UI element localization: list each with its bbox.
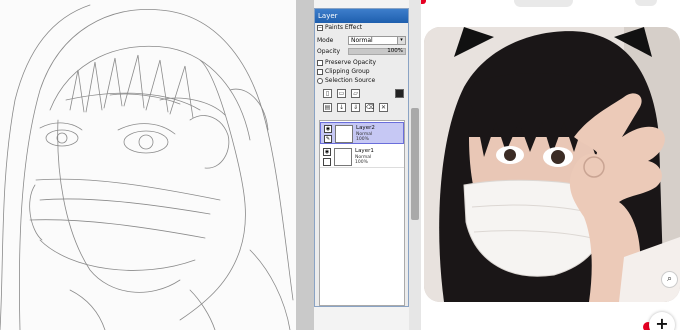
merge-down-icon[interactable]: ⇓ — [351, 103, 360, 112]
transfer-down-icon[interactable]: ↓ — [337, 103, 346, 112]
visual-search-button[interactable]: ⌕ — [661, 271, 678, 288]
layer-row[interactable]: ◉ ✎ Layer2 Normal 100% — [320, 122, 404, 144]
mode-value: Normal — [351, 37, 373, 44]
layer-thumbnail — [334, 148, 352, 166]
reference-photo[interactable] — [424, 27, 680, 302]
fill-icon[interactable]: ▤ — [323, 103, 332, 112]
eye-icon[interactable]: ◉ — [324, 125, 332, 133]
mode-dropdown[interactable]: Normal ▾ — [348, 36, 406, 45]
eye-icon[interactable]: ◉ — [323, 148, 331, 156]
canvas-gutter — [296, 0, 314, 330]
drawing-canvas[interactable] — [0, 0, 296, 330]
mode-label: Mode — [317, 37, 334, 44]
top-pill-button[interactable] — [514, 0, 573, 7]
selection-source-option[interactable]: Selection Source — [317, 77, 375, 84]
pen-icon[interactable] — [323, 158, 331, 166]
clipping-group-checkbox[interactable] — [317, 68, 323, 75]
layer-row[interactable]: ◉ Layer1 Normal 100% — [320, 146, 404, 168]
browser-pane: ⌕ + — [421, 0, 680, 330]
pen-icon[interactable]: ✎ — [324, 135, 332, 143]
layer-opacity: 100% — [356, 137, 369, 142]
clipping-group-option[interactable]: Clipping Group — [317, 68, 370, 75]
new-layer-icon[interactable]: ▯ — [323, 89, 332, 98]
layer-name: Layer1 — [355, 148, 374, 154]
clipping-group-label: Clipping Group — [325, 68, 370, 75]
opacity-label: Opacity — [317, 48, 341, 55]
selection-source-radio[interactable] — [317, 77, 323, 84]
layer-list: ◉ ✎ Layer2 Normal 100% ◉ Layer1 Normal 1… — [319, 120, 405, 306]
collapse-icon: − — [317, 24, 323, 31]
mask-icon[interactable] — [395, 89, 404, 98]
scrollbar-thumb[interactable] — [411, 108, 419, 220]
delete-icon[interactable]: ✕ — [379, 103, 388, 112]
layer-opacity: 100% — [355, 160, 368, 165]
preserve-opacity-label: Preserve Opacity — [325, 59, 377, 66]
open-folder-icon[interactable]: ▱ — [351, 89, 360, 98]
preserve-opacity-option[interactable]: Preserve Opacity — [317, 59, 376, 66]
opacity-value: 100% — [387, 48, 403, 54]
sketch-drawing — [0, 4, 294, 330]
opacity-slider[interactable]: 100% — [348, 48, 406, 55]
layer-name: Layer2 — [356, 125, 375, 131]
top-menu-button[interactable] — [635, 0, 657, 6]
layer-panel: Layer − Paints Effect Mode Normal ▾ Opac… — [314, 8, 409, 307]
clear-icon[interactable]: ⌫ — [365, 103, 374, 112]
preserve-opacity-checkbox[interactable] — [317, 59, 323, 66]
paints-effect-toggle[interactable]: − Paints Effect — [317, 24, 362, 31]
pinterest-logo-icon — [421, 0, 426, 4]
add-button[interactable]: + — [649, 312, 675, 330]
layer-thumbnail — [335, 125, 353, 143]
selection-source-label: Selection Source — [325, 77, 376, 84]
new-folder-icon[interactable]: ▭ — [337, 89, 346, 98]
chevron-down-icon: ▾ — [397, 37, 405, 44]
paints-effect-label: Paints Effect — [325, 24, 363, 31]
photo-illustration — [424, 27, 680, 302]
panel-title: Layer — [315, 9, 408, 23]
